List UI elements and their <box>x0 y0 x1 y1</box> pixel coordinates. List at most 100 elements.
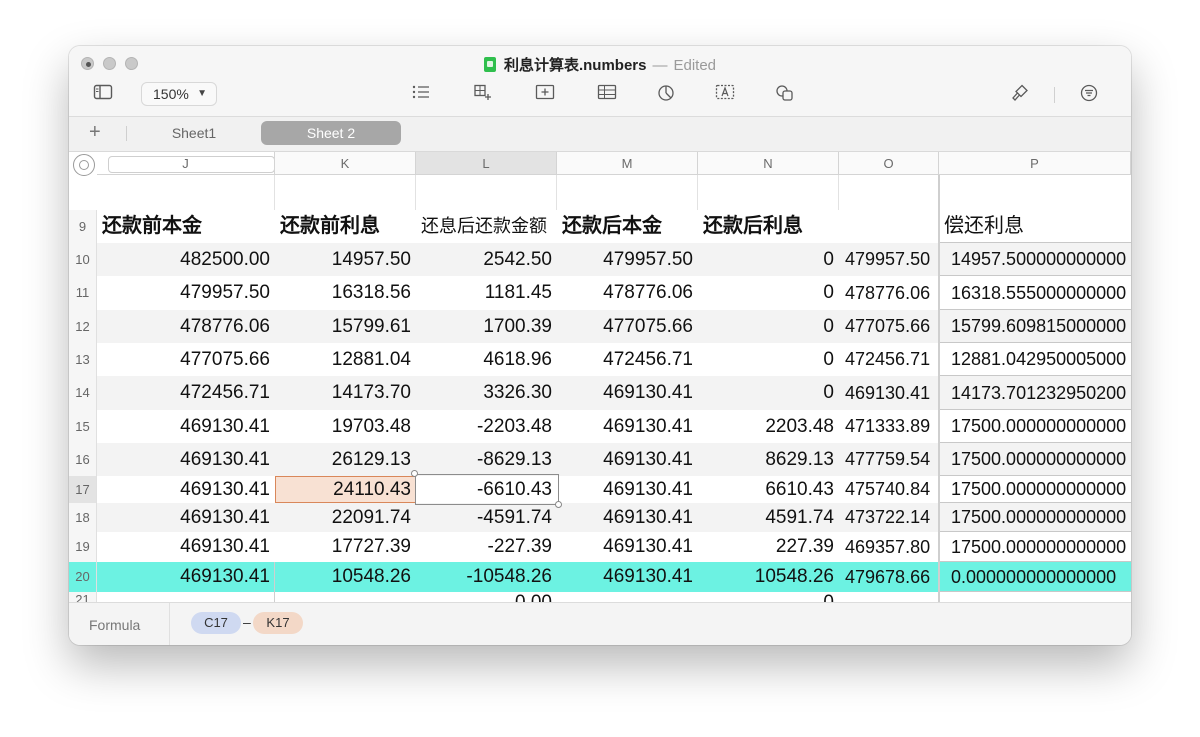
cell-k17[interactable]: 24110.43 <box>275 476 416 503</box>
cell-m14[interactable]: 469130.41 <box>557 376 698 410</box>
header-cell-m9[interactable]: 还款后本金 <box>557 210 698 243</box>
cell-o11[interactable]: 478776.06 <box>839 276 939 310</box>
spreadsheet-grid[interactable]: J K L M N O P 9 还款前本金 还款前利息 还息后还款金额 还款后本金 还款后利息 偿还利息 1… <box>69 152 1131 602</box>
table-insert-icon[interactable] <box>471 84 495 104</box>
textbox-insert-icon[interactable] <box>533 84 557 104</box>
cell-k16[interactable]: 26129.13 <box>275 443 416 476</box>
cell-n12[interactable]: 0 <box>698 310 839 343</box>
cell-n16[interactable]: 8629.13 <box>698 443 839 476</box>
column-header-k[interactable]: K <box>275 152 416 175</box>
cell-p20[interactable]: 0.000000000000000 <box>939 562 1131 592</box>
cell-m10[interactable]: 479957.50 <box>557 243 698 276</box>
row-header-19[interactable]: 19 <box>69 532 97 562</box>
cell-k10[interactable]: 14957.50 <box>275 243 416 276</box>
cell-o14[interactable]: 469130.41 <box>839 376 939 410</box>
column-header-l[interactable]: L <box>416 152 557 175</box>
cell-o15[interactable]: 471333.89 <box>839 410 939 443</box>
row-header-12[interactable]: 12 <box>69 310 97 343</box>
cell-j19[interactable]: 469130.41 <box>97 532 275 562</box>
cell-o17[interactable]: 475740.84 <box>839 476 939 503</box>
cell-o13[interactable]: 472456.71 <box>839 343 939 376</box>
header-cell-k9[interactable]: 还款前利息 <box>275 210 416 243</box>
tab-sheet1[interactable]: Sheet1 <box>141 121 247 145</box>
cell-l19[interactable]: -227.39 <box>416 532 557 562</box>
cell-n11[interactable]: 0 <box>698 276 839 310</box>
row-header-21[interactable]: 21 <box>69 592 97 602</box>
cell-k12[interactable]: 15799.61 <box>275 310 416 343</box>
header-cell-n9[interactable]: 还款后利息 <box>698 210 839 243</box>
filter-icon[interactable] <box>1077 84 1101 104</box>
cell-o10[interactable]: 479957.50 <box>839 243 939 276</box>
selection-handle-top[interactable] <box>411 470 418 477</box>
cell-m15[interactable]: 469130.41 <box>557 410 698 443</box>
cell-n10[interactable]: 0 <box>698 243 839 276</box>
cell-k18[interactable]: 22091.74 <box>275 503 416 532</box>
cell-l21[interactable]: 0.00 <box>416 592 557 602</box>
cell-o20[interactable]: 479678.66 <box>839 562 939 592</box>
cell-l15[interactable]: -2203.48 <box>416 410 557 443</box>
selection-handle-bottom[interactable] <box>555 501 562 508</box>
cell-m16[interactable]: 469130.41 <box>557 443 698 476</box>
cell-m19[interactable]: 469130.41 <box>557 532 698 562</box>
cell-m20[interactable]: 469130.41 <box>557 562 698 592</box>
cell-k14[interactable]: 14173.70 <box>275 376 416 410</box>
row-header-11[interactable]: 11 <box>69 276 97 310</box>
select-all-handle[interactable] <box>73 154 95 176</box>
zoom-select[interactable]: 150% ▼ <box>141 82 217 106</box>
row-header-9[interactable]: 9 <box>69 210 97 243</box>
tab-sheet-2[interactable]: Sheet 2 <box>261 121 401 145</box>
cell-l20[interactable]: -10548.26 <box>416 562 557 592</box>
cell-p16[interactable]: 17500.000000000000 <box>939 443 1131 476</box>
row-header-10[interactable]: 10 <box>69 243 97 276</box>
cell-k20[interactable]: 10548.26 <box>275 562 416 592</box>
text-icon[interactable] <box>713 84 737 104</box>
cell-l18[interactable]: -4591.74 <box>416 503 557 532</box>
shape-icon[interactable] <box>773 84 797 104</box>
cell-o19[interactable]: 469357.80 <box>839 532 939 562</box>
row-header-14[interactable]: 14 <box>69 376 97 410</box>
row-header-20[interactable]: 20 <box>69 562 97 592</box>
chart-icon[interactable] <box>654 84 678 104</box>
cell-m11[interactable]: 478776.06 <box>557 276 698 310</box>
cell-m18[interactable]: 469130.41 <box>557 503 698 532</box>
header-cell-p9[interactable]: 偿还利息 <box>939 210 1131 243</box>
cell-p19[interactable]: 17500.000000000000 <box>939 532 1131 562</box>
add-sheet-button[interactable]: + <box>89 121 101 144</box>
cell-k13[interactable]: 12881.04 <box>275 343 416 376</box>
column-header-m[interactable]: M <box>557 152 698 175</box>
table-icon[interactable] <box>595 84 619 104</box>
cell-j16[interactable]: 469130.41 <box>97 443 275 476</box>
header-cell-l9[interactable]: 还息后还款金额 <box>416 210 557 243</box>
cell-n18[interactable]: 4591.74 <box>698 503 839 532</box>
row-header-17[interactable]: 17 <box>69 476 97 503</box>
cell-p11[interactable]: 16318.555000000000 <box>939 276 1131 310</box>
cell-k19[interactable]: 17727.39 <box>275 532 416 562</box>
cell-k15[interactable]: 19703.48 <box>275 410 416 443</box>
cell-n21[interactable]: 0 <box>698 592 839 602</box>
cell-j10[interactable]: 482500.00 <box>97 243 275 276</box>
cell-j20[interactable]: 469130.41 <box>97 562 275 592</box>
cell-n15[interactable]: 2203.48 <box>698 410 839 443</box>
format-brush-icon[interactable] <box>1008 84 1032 104</box>
cell-o16[interactable]: 477759.54 <box>839 443 939 476</box>
column-header-j[interactable]: J <box>97 152 275 175</box>
cell-m12[interactable]: 477075.66 <box>557 310 698 343</box>
cell-n13[interactable]: 0 <box>698 343 839 376</box>
row-header-18[interactable]: 18 <box>69 503 97 532</box>
sidebar-icon[interactable] <box>91 84 115 104</box>
cell-j15[interactable]: 469130.41 <box>97 410 275 443</box>
active-cell-l17[interactable] <box>415 474 559 505</box>
cell-p14[interactable]: 14173.701232950200 <box>939 376 1131 410</box>
header-cell-o9[interactable] <box>839 210 939 243</box>
cell-p15[interactable]: 17500.000000000000 <box>939 410 1131 443</box>
cell-k11[interactable]: 16318.56 <box>275 276 416 310</box>
cell-j11[interactable]: 479957.50 <box>97 276 275 310</box>
row-header-13[interactable]: 13 <box>69 343 97 376</box>
cell-n20[interactable]: 10548.26 <box>698 562 839 592</box>
cell-j17[interactable]: 469130.41 <box>97 476 275 503</box>
cell-p17[interactable]: 17500.000000000000 <box>939 476 1131 503</box>
cell-l16[interactable]: -8629.13 <box>416 443 557 476</box>
cell-l11[interactable]: 1181.45 <box>416 276 557 310</box>
formula-token-c17[interactable]: C17 <box>191 612 241 634</box>
cell-m17[interactable]: 469130.41 <box>557 476 698 503</box>
